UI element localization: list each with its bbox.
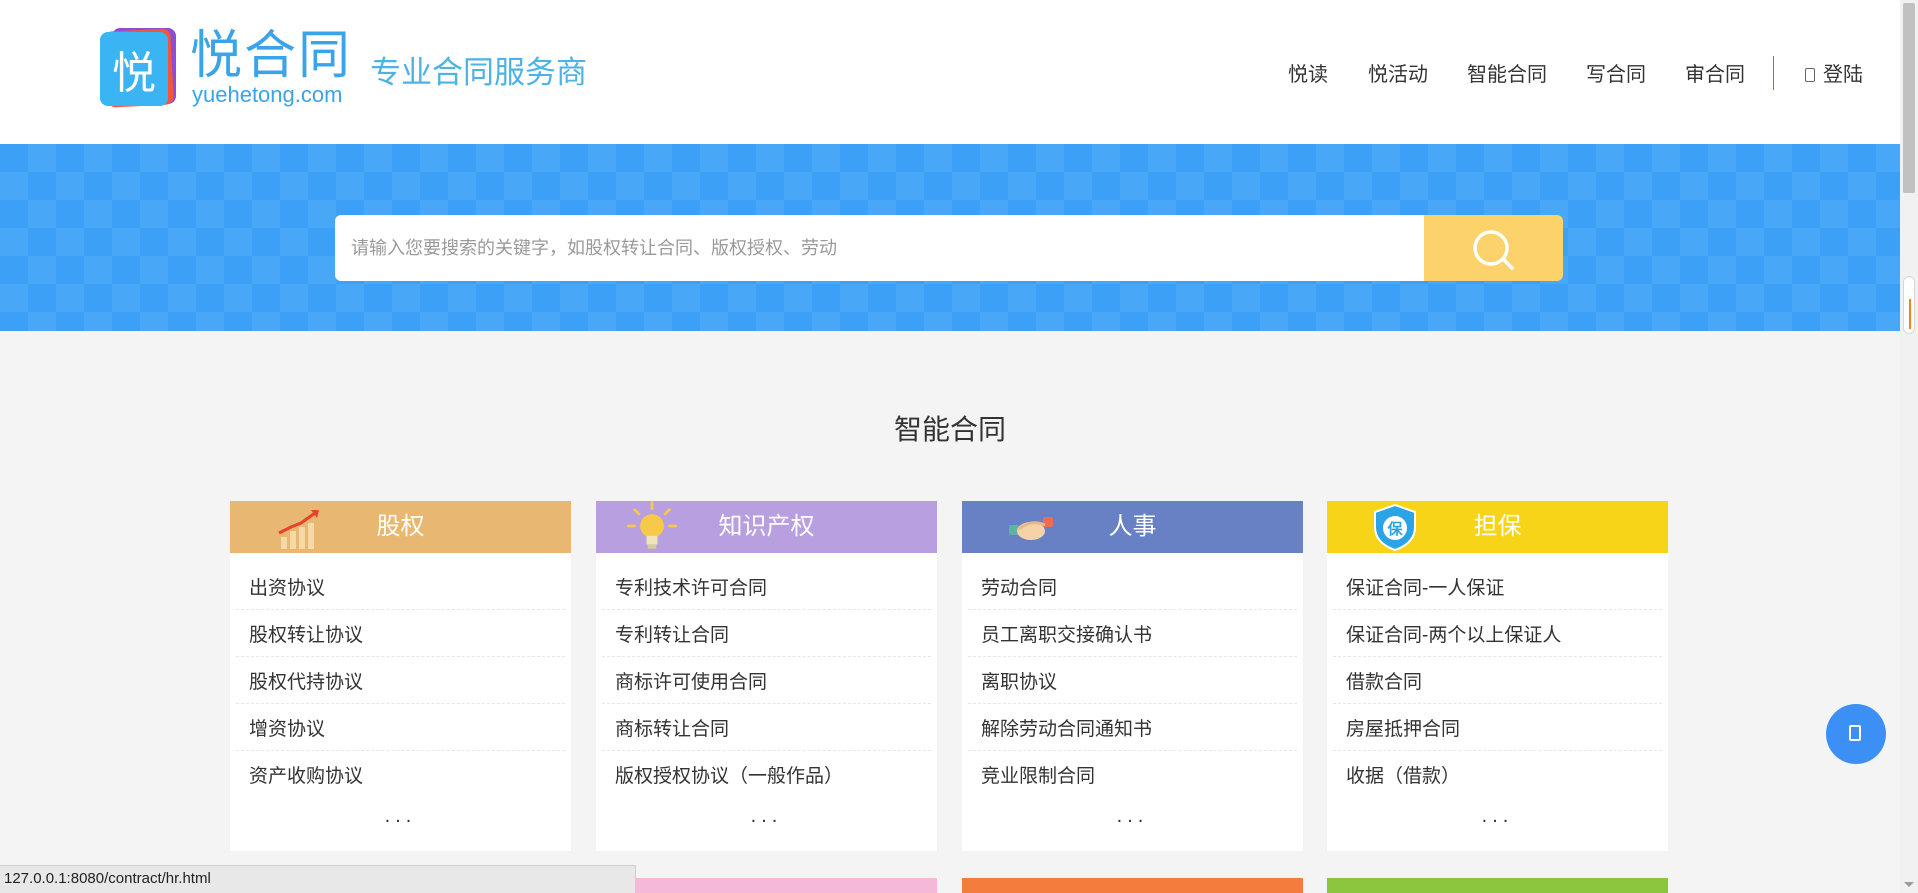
logo-badge[interactable]: 悦 (100, 22, 180, 112)
card-header[interactable]: 保 担保 (1327, 501, 1668, 553)
list-item[interactable]: 收据（借款） (1333, 751, 1662, 798)
contract-list: 劳动合同 员工离职交接确认书 离职协议 解除劳动合同通知书 竞业限制合同 (968, 563, 1297, 798)
scroll-down-arrow-icon[interactable] (1904, 882, 1914, 887)
card-header[interactable]: 知识产权 (596, 500, 937, 553)
list-item[interactable]: 房屋抵押合同 (1333, 704, 1662, 751)
list-item[interactable]: 专利转让合同 (602, 610, 931, 657)
list-item[interactable]: 保证合同-两个以上保证人 (1333, 610, 1662, 657)
list-item[interactable]: 商标转让合同 (602, 704, 931, 751)
more-link[interactable]: ... (962, 806, 1303, 826)
card-header[interactable]: 股权 (230, 501, 571, 553)
scroll-position-marker (1903, 276, 1915, 334)
scrollbar-thumb[interactable] (1903, 3, 1915, 193)
category-card-hr: 人事 劳动合同 员工离职交接确认书 离职协议 解除劳动合同通知书 竞业限制合同 … (962, 501, 1303, 851)
more-link[interactable]: ... (230, 806, 571, 826)
category-card-next-2[interactable] (596, 878, 937, 893)
list-item[interactable]: 员工离职交接确认书 (968, 610, 1297, 657)
slogan: 专业合同服务商 (370, 55, 587, 90)
nav-divider (1773, 56, 1774, 90)
category-card-equity: 股权 出资协议 股权转让协议 股权代持协议 增资协议 资产收购协议 ... (230, 501, 571, 851)
status-bar-url: 127.0.0.1:8080/contract/hr.html (0, 865, 636, 893)
list-item[interactable]: 资产收购协议 (236, 751, 565, 798)
list-item[interactable]: 股权代持协议 (236, 657, 565, 704)
list-item[interactable]: 专利技术许可合同 (602, 563, 931, 610)
category-card-ip: 知识产权 专利技术许可合同 专利转让合同 商标许可使用合同 商标转让合同 版权授… (596, 500, 937, 851)
contract-list: 保证合同-一人保证 保证合同-两个以上保证人 借款合同 房屋抵押合同 收据（借款… (1333, 563, 1662, 798)
nav-item-smart-contract[interactable]: 智能合同 (1467, 62, 1547, 88)
contract-list: 专利技术许可合同 专利转让合同 商标许可使用合同 商标转让合同 版权授权协议（一… (602, 563, 931, 798)
list-item[interactable]: 增资协议 (236, 704, 565, 751)
card-title: 人事 (1108, 513, 1157, 540)
card-title: 担保 (1473, 513, 1522, 540)
nav-item-yuedu[interactable]: 悦读 (1288, 62, 1328, 88)
card-title: 股权 (376, 513, 425, 540)
list-item[interactable]: 借款合同 (1333, 657, 1662, 704)
logo-domain: yuehetong.com (192, 82, 343, 107)
card-header[interactable]: 人事 (962, 501, 1303, 553)
list-item[interactable]: 出资协议 (236, 563, 565, 610)
more-link[interactable]: ... (596, 806, 937, 826)
category-card-guarantee: 保 担保 保证合同-一人保证 保证合同-两个以上保证人 借款合同 房屋抵押合同 … (1327, 501, 1668, 851)
list-item[interactable]: 离职协议 (968, 657, 1297, 704)
logo-mark-icon: 悦 (100, 28, 176, 108)
search-input[interactable] (335, 215, 1424, 281)
category-card-next-3[interactable] (962, 878, 1303, 893)
list-item[interactable]: 劳动合同 (968, 563, 1297, 610)
section-title: 智能合同 (893, 414, 1006, 445)
more-link[interactable]: ... (1327, 806, 1668, 826)
list-item[interactable]: 保证合同-一人保证 (1333, 563, 1662, 610)
site-header: 悦 悦合同 yuehetong.com 专业合同服务商 悦读 悦活动 智能合同 … (0, 0, 1900, 144)
list-item[interactable]: 解除劳动合同通知书 (968, 704, 1297, 751)
user-icon (1805, 68, 1815, 82)
document-icon (1849, 725, 1861, 741)
logo-name[interactable]: 悦合同 (190, 30, 352, 82)
floating-contact-button[interactable] (1826, 704, 1886, 764)
svg-text:悦: 悦 (112, 48, 156, 99)
nav-item-write-contract[interactable]: 写合同 (1586, 62, 1646, 88)
list-item[interactable]: 竞业限制合同 (968, 751, 1297, 798)
list-item[interactable]: 股权转让协议 (236, 610, 565, 657)
nav-item-review-contract[interactable]: 审合同 (1685, 62, 1745, 88)
card-title: 知识产权 (718, 513, 815, 540)
login-link[interactable]: 登陆 (1823, 62, 1863, 88)
search-button[interactable] (1424, 215, 1563, 281)
search-icon (1473, 230, 1514, 270)
category-card-next-4[interactable] (1327, 878, 1668, 893)
page-scrollbar[interactable] (1900, 0, 1918, 893)
search-banner (0, 144, 1900, 331)
nav-item-activity[interactable]: 悦活动 (1368, 62, 1428, 88)
contract-list: 出资协议 股权转让协议 股权代持协议 增资协议 资产收购协议 (236, 563, 565, 798)
list-item[interactable]: 版权授权协议（一般作品） (602, 751, 931, 798)
list-item[interactable]: 商标许可使用合同 (602, 657, 931, 704)
